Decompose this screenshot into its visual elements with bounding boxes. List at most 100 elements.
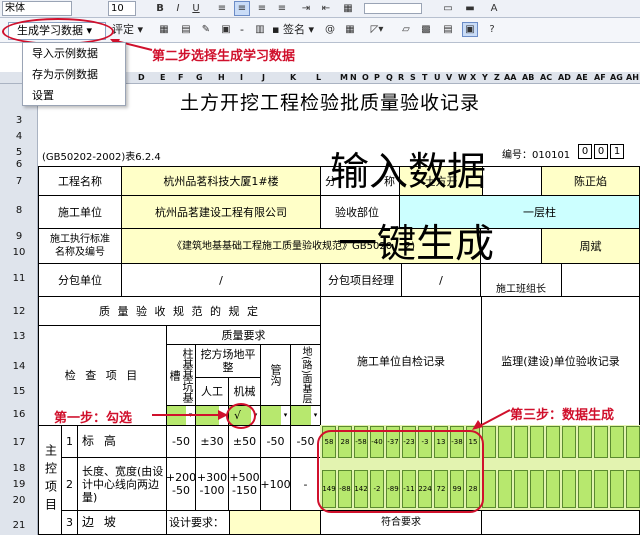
sub-manager-value[interactable]: / (401, 263, 481, 297)
row1-number: 1 (61, 425, 78, 458)
chart-icon[interactable]: ▥ (252, 22, 268, 37)
menu-item-save-sample[interactable]: 存为示例数据 (23, 64, 125, 85)
supervisor-cell[interactable] (562, 470, 576, 508)
line-color-icon[interactable]: ▬ (462, 1, 478, 16)
team-leader-value[interactable] (561, 263, 640, 297)
supervisor-cell[interactable] (514, 426, 528, 458)
col-q: Q (386, 73, 393, 82)
col-x: X (470, 73, 477, 82)
fill-color-icon[interactable]: ▭ (440, 1, 456, 16)
supervisor-cell[interactable] (578, 470, 592, 508)
supervisor-cell[interactable] (530, 426, 544, 458)
image-icon[interactable]: ▣ (218, 22, 234, 37)
justify-icon[interactable]: ≡ (274, 1, 290, 16)
dropdown-arrow-icon[interactable]: ▾ (311, 406, 320, 425)
row2-name: 长度、宽度(由设计中心线向两边量) (77, 457, 167, 511)
shape-icon[interactable]: ▱ (398, 22, 414, 37)
menu-item-settings[interactable]: 设置 (23, 85, 125, 106)
row2-pile[interactable]: +200 -50 (166, 457, 196, 511)
row1-pile[interactable]: -50 (166, 425, 196, 458)
checkbox-pipe[interactable]: ▾ (260, 405, 291, 426)
align-right-icon[interactable]: ≡ (254, 1, 270, 16)
col-p: P (374, 73, 380, 82)
outdent-icon[interactable]: ⇤ (318, 1, 334, 16)
row2-manual[interactable]: +300 -100 (195, 457, 229, 511)
calculator-icon[interactable]: ▦ (156, 22, 172, 37)
row-19: 19 (12, 479, 26, 490)
italic-button[interactable]: I (170, 1, 186, 16)
underline-button[interactable]: U (188, 1, 204, 16)
excavate-header: 挖方场地平整 (195, 344, 261, 378)
lock-icon[interactable]: ▩ (418, 22, 434, 37)
checkbox-road[interactable]: ▾ (290, 405, 321, 426)
col-e: E (160, 73, 166, 82)
supervisor-cell[interactable] (626, 470, 640, 508)
line-style-select[interactable] (364, 3, 422, 14)
supervisor-cell[interactable] (498, 470, 512, 508)
col-v: V (446, 73, 453, 82)
menu-item-import-sample[interactable]: 导入示例数据 (23, 43, 125, 64)
row-16: 16 (12, 409, 26, 420)
number-box-2[interactable]: 0 (594, 144, 608, 159)
chief-value[interactable]: 周斌 (541, 228, 640, 264)
design-req-value[interactable] (229, 510, 321, 535)
row-18: 18 (12, 463, 26, 474)
row3-number: 3 (61, 510, 78, 535)
row1-pipe[interactable]: -50 (260, 425, 291, 458)
at-icon[interactable]: @ (322, 22, 338, 37)
font-name-select[interactable]: 宋体 (2, 1, 72, 16)
bold-button[interactable]: B (152, 1, 168, 16)
row2-number: 2 (61, 457, 78, 511)
format-toolbar: 宋体 10 B I U ≡ ≡ ≡ ≡ ⇥ ⇤ ▦ ▭ ▬ A (0, 0, 640, 18)
evaluate-label: 评定 (112, 23, 134, 36)
sign-menu[interactable]: ▪ 签名 ▾ (272, 23, 314, 37)
row2-pipe[interactable]: +100 (260, 457, 291, 511)
row3-supervisor[interactable] (481, 510, 640, 535)
supervisor-cell[interactable] (530, 470, 544, 508)
spec-header: 质 量 验 收 规 范 的 规 定 (38, 296, 321, 326)
subcontract-value[interactable]: / (121, 263, 321, 297)
evaluate-menu[interactable]: 评定 ▾ (112, 23, 143, 37)
supervisor-cell[interactable] (594, 426, 608, 458)
font-size-select[interactable]: 10 (108, 1, 136, 16)
supervisor-cell[interactable] (610, 470, 624, 508)
supervisor-cell[interactable] (578, 426, 592, 458)
number-box-3[interactable]: 1 (610, 144, 624, 159)
print-icon[interactable]: ▤ (440, 22, 456, 37)
edit-icon[interactable]: ✎ (198, 22, 214, 37)
font-size-value: 10 (111, 3, 124, 14)
project-manager-value[interactable]: 陈正焰 (541, 166, 640, 196)
row1-machine[interactable]: ±50 (228, 425, 261, 458)
row-5: 5 (15, 147, 23, 158)
supervisor-cell[interactable] (626, 426, 640, 458)
number-box-1[interactable]: 0 (578, 144, 592, 159)
conform-value[interactable]: 符合要求 (320, 510, 482, 535)
border-icon[interactable]: ▦ (340, 1, 356, 16)
table-icon[interactable]: ▤ (178, 22, 194, 37)
row1-manual[interactable]: ±30 (195, 425, 229, 458)
row2-machine[interactable]: +500 -150 (228, 457, 261, 511)
indent-icon[interactable]: ⇥ (298, 1, 314, 16)
builder-value[interactable]: 杭州品茗建设工程有限公司 (121, 195, 321, 229)
help-icon[interactable]: ? (484, 22, 500, 37)
align-center-icon[interactable]: ≡ (234, 1, 250, 16)
col-ad: AD (558, 73, 571, 82)
builder-label: 施工单位 (38, 195, 122, 229)
supervisor-cell[interactable] (546, 470, 560, 508)
supervisor-cell[interactable] (482, 470, 496, 508)
arrow-step3-icon (472, 409, 511, 430)
supervisor-cell[interactable] (514, 470, 528, 508)
supervisor-cell[interactable] (610, 426, 624, 458)
row-10: 10 (12, 247, 26, 258)
project-name-value[interactable]: 杭州品茗科技大厦1#楼 (121, 166, 321, 196)
supervisor-cell[interactable] (594, 470, 608, 508)
self-check-header: 施工单位自检记录 (320, 296, 482, 426)
supervisor-cell[interactable] (562, 426, 576, 458)
grid-icon[interactable]: ▦ (342, 22, 358, 37)
view-icon[interactable]: ▣ (462, 22, 478, 37)
align-left-icon[interactable]: ≡ (214, 1, 230, 16)
diagonal-icon[interactable]: ◸▾ (362, 22, 392, 37)
supervisor-cell[interactable] (546, 426, 560, 458)
font-color-icon[interactable]: A (486, 1, 502, 16)
dropdown-arrow-icon[interactable]: ▾ (281, 406, 290, 425)
